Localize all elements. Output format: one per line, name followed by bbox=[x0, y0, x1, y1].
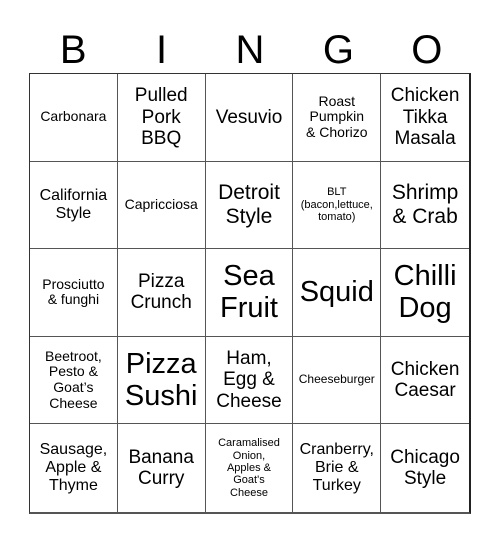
bingo-cell-g1[interactable]: Roast Pumpkin & Chorizo bbox=[293, 74, 382, 162]
header-letter-i: I bbox=[156, 28, 168, 72]
bingo-cell-n5[interactable]: Caramalised Onion, Apples & Goat's Chees… bbox=[206, 424, 294, 512]
cell-label: California Style bbox=[39, 186, 108, 222]
header-letter-b: B bbox=[59, 28, 87, 72]
header-letter-g: G bbox=[322, 28, 354, 72]
cell-label: Prosciutto & funghi bbox=[42, 275, 105, 308]
bingo-cell-o3[interactable]: Chilli Dog bbox=[381, 249, 469, 337]
cell-label: Cheeseburger bbox=[298, 372, 375, 387]
bingo-cell-b2[interactable]: California Style bbox=[30, 161, 118, 250]
cell-label: Caramalised Onion, Apples & Goat's Chees… bbox=[218, 437, 280, 499]
bingo-cell-b4[interactable]: Beetroot, Pesto & Goat’s Cheese bbox=[30, 336, 118, 425]
bingo-cell-o2[interactable]: Shrimp & Crab bbox=[381, 162, 469, 250]
cell-label: Pulled Pork BBQ bbox=[134, 85, 188, 149]
bingo-cell-b1[interactable]: Carbonara bbox=[30, 74, 118, 162]
bingo-header: B I N G O bbox=[29, 28, 471, 72]
bingo-cell-n4[interactable]: Ham, Egg & Cheese bbox=[205, 336, 294, 425]
cell-label: Roast Pumpkin & Chorizo bbox=[306, 92, 368, 141]
bingo-cell-n2[interactable]: Detroit Style bbox=[205, 161, 294, 250]
bingo-cell-n3[interactable]: Sea Fruit bbox=[205, 249, 294, 337]
bingo-cell-o4[interactable]: Chicken Caesar bbox=[381, 337, 469, 425]
bingo-card-grid: Carbonara Pulled Pork BBQ Vesuvio Roast … bbox=[29, 73, 471, 514]
cell-label: Chilli Dog bbox=[393, 260, 457, 325]
cell-label: Squid bbox=[299, 276, 374, 309]
cell-label: Banana Curry bbox=[128, 446, 194, 490]
bingo-cell-b3[interactable]: Prosciutto & funghi bbox=[30, 249, 118, 337]
cell-label: Capricciosa bbox=[124, 196, 198, 213]
cell-label: Carbonara bbox=[40, 108, 107, 125]
cell-label: Sea Fruit bbox=[219, 260, 278, 325]
cell-label: Chicken Caesar bbox=[390, 358, 460, 402]
cell-label: BLT (bacon,lettuce, tomato) bbox=[300, 186, 373, 224]
bingo-cell-g3[interactable]: Squid bbox=[293, 249, 382, 337]
bingo-cell-i2[interactable]: Capricciosa bbox=[117, 161, 206, 250]
bingo-cell-n1[interactable]: Vesuvio bbox=[205, 74, 294, 162]
cell-label: Pizza Crunch bbox=[130, 271, 192, 314]
cell-label: Chicago Style bbox=[390, 446, 460, 490]
bingo-cell-i4[interactable]: Pizza Sushi bbox=[117, 336, 206, 425]
cell-label: Sausage, Apple & Thyme bbox=[39, 441, 108, 495]
cell-label: Shrimp & Crab bbox=[391, 181, 459, 228]
bingo-cell-b5[interactable]: Sausage, Apple & Thyme bbox=[30, 424, 118, 512]
cell-label: Pizza Sushi bbox=[124, 347, 198, 413]
cell-label: Beetroot, Pesto & Goat’s Cheese bbox=[44, 347, 102, 411]
cell-label: Vesuvio bbox=[215, 106, 283, 128]
header-letter-o: O bbox=[411, 28, 443, 72]
bingo-cell-i1[interactable]: Pulled Pork BBQ bbox=[117, 74, 206, 162]
cell-label: Detroit Style bbox=[218, 181, 280, 228]
header-letter-n: N bbox=[235, 28, 265, 72]
bingo-cell-g4[interactable]: Cheeseburger bbox=[293, 336, 382, 425]
bingo-cell-g5[interactable]: Cranberry, Brie & Turkey bbox=[293, 424, 382, 512]
bingo-cell-o5[interactable]: Chicago Style bbox=[381, 424, 469, 512]
bingo-cell-i3[interactable]: Pizza Crunch bbox=[117, 249, 206, 337]
cell-label: Cranberry, Brie & Turkey bbox=[299, 441, 374, 495]
bingo-cell-o1[interactable]: Chicken Tikka Masala bbox=[381, 74, 469, 162]
cell-label: Chicken Tikka Masala bbox=[390, 85, 460, 149]
bingo-cell-g2[interactable]: BLT (bacon,lettuce, tomato) bbox=[293, 161, 382, 250]
cell-label: Ham, Egg & Cheese bbox=[216, 348, 282, 412]
bingo-cell-i5[interactable]: Banana Curry bbox=[118, 424, 206, 512]
